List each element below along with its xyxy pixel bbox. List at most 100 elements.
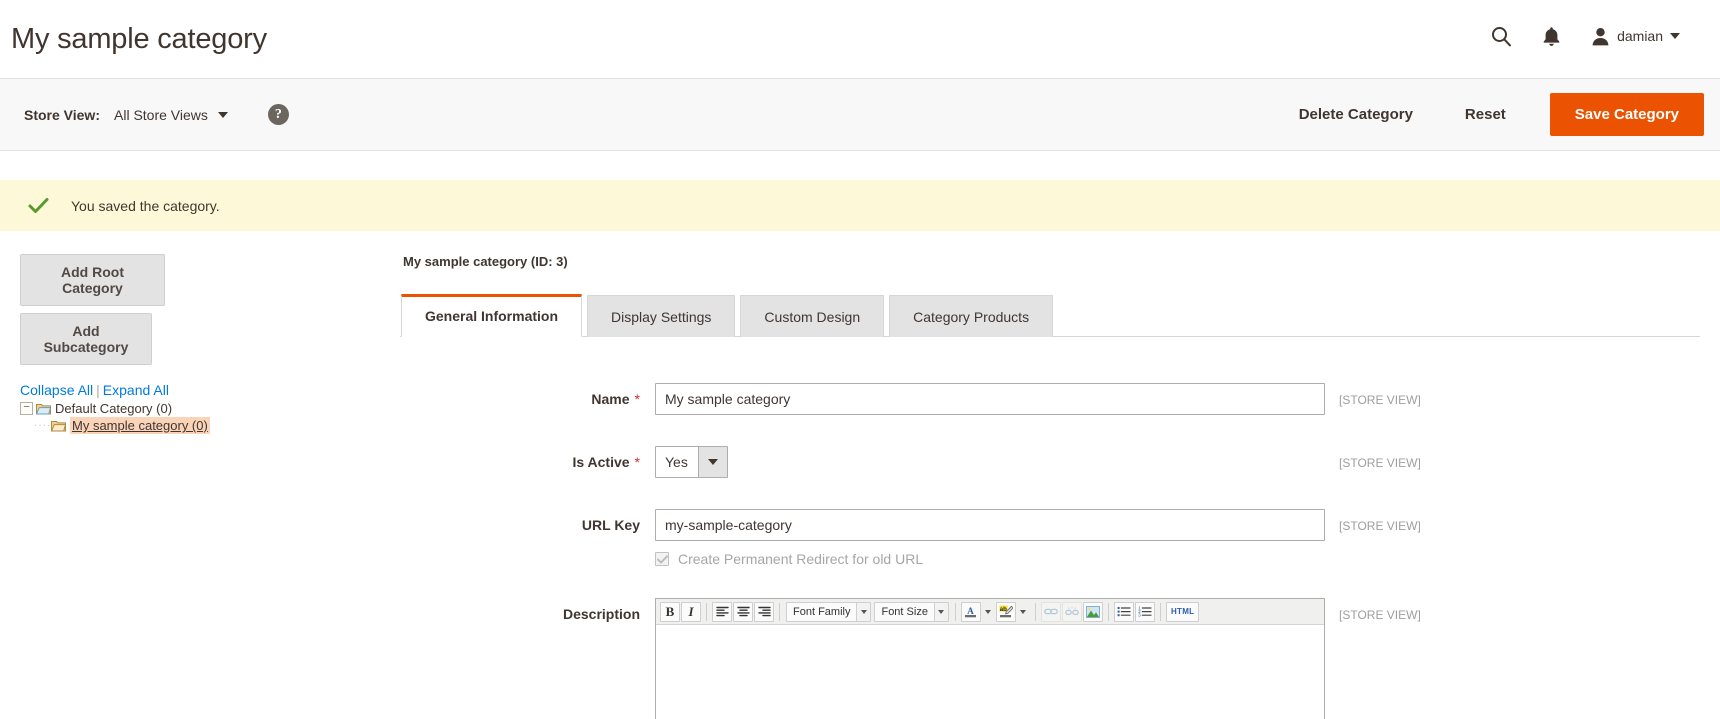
store-view-label: Store View: xyxy=(24,106,100,123)
chevron-down-icon[interactable] xyxy=(698,447,727,477)
chevron-down-icon xyxy=(933,602,948,621)
header-actions: damian xyxy=(1490,25,1696,53)
highlight-color-icon[interactable]: ab xyxy=(995,601,1016,622)
field-description: Description B I Font Family Font Size A … xyxy=(400,598,1700,719)
category-edit-content: My sample category (ID: 3) General Infor… xyxy=(400,254,1720,719)
folder-open-icon xyxy=(35,402,52,415)
expand-all-link[interactable]: Expand All xyxy=(103,382,169,398)
tab-custom-design[interactable]: Custom Design xyxy=(740,295,885,337)
category-tabs: General Information Display Settings Cus… xyxy=(400,293,1700,337)
url-key-label: URL Key xyxy=(581,517,640,533)
chevron-down-icon xyxy=(1670,33,1680,39)
highlight-color-chevron-down-icon[interactable] xyxy=(1017,602,1030,622)
toolbar-separator xyxy=(706,602,707,621)
is-active-selected-value: Yes xyxy=(656,447,698,477)
collapse-all-link[interactable]: Collapse All xyxy=(20,382,93,398)
image-icon[interactable] xyxy=(1082,601,1103,622)
font-size-select[interactable]: Font Size xyxy=(874,601,949,622)
italic-icon[interactable]: I xyxy=(681,601,701,622)
add-subcategory-button[interactable]: Add Subcategory xyxy=(20,313,152,365)
tree-node-label[interactable]: My sample category (0) xyxy=(70,417,210,434)
user-menu[interactable]: damian xyxy=(1591,27,1680,46)
reset-button[interactable]: Reset xyxy=(1439,96,1532,133)
toolbar-buttons: Delete Category Reset Save Category xyxy=(1273,93,1704,136)
tree-expand-collapse-links: Collapse All | Expand All xyxy=(20,382,400,398)
add-root-category-button[interactable]: Add Root Category xyxy=(20,254,165,306)
number-list-icon[interactable]: 123 xyxy=(1134,601,1155,622)
tree-node-default-category[interactable]: − Default Category (0) xyxy=(20,400,400,417)
toolbar-separator xyxy=(1107,602,1109,621)
font-family-value: Font Family xyxy=(793,605,851,618)
permanent-redirect-label: Create Permanent Redirect for old URL xyxy=(678,551,924,567)
name-input[interactable] xyxy=(655,383,1325,415)
svg-text:A: A xyxy=(968,606,975,616)
store-view-switcher: Store View: All Store Views ? xyxy=(24,104,289,125)
page-header: My sample category damian xyxy=(0,0,1720,78)
url-key-input[interactable] xyxy=(655,509,1325,541)
category-tree: − Default Category (0) ···· My sample ca… xyxy=(20,400,400,434)
svg-text:3: 3 xyxy=(1138,613,1141,617)
category-entity-id: My sample category (ID: 3) xyxy=(403,254,568,269)
field-name: Name* [STORE VIEW] xyxy=(400,383,1700,415)
name-control xyxy=(655,383,1325,415)
toolbar-separator xyxy=(1034,602,1036,621)
collapse-toggle-icon[interactable]: − xyxy=(20,402,33,415)
field-url-key: URL Key Create Permanent Redirect for ol… xyxy=(400,509,1700,567)
field-is-active: Is Active * Yes [STORE VIEW] xyxy=(400,446,1700,478)
page-title: My sample category xyxy=(11,22,267,55)
name-label-text: Name xyxy=(591,391,630,407)
permanent-redirect-checkbox[interactable] xyxy=(655,552,669,566)
is-active-label-text: Is Active xyxy=(572,454,630,470)
unlink-icon[interactable] xyxy=(1061,601,1082,622)
description-textarea[interactable] xyxy=(656,625,1324,719)
font-family-select[interactable]: Font Family xyxy=(786,601,872,622)
description-label: Description xyxy=(562,606,640,622)
align-center-icon[interactable] xyxy=(733,601,753,622)
align-left-icon[interactable] xyxy=(712,601,732,622)
save-category-button[interactable]: Save Category xyxy=(1549,93,1704,136)
align-right-icon[interactable] xyxy=(754,601,774,622)
url-key-control: Create Permanent Redirect for old URL xyxy=(655,509,1325,567)
permanent-redirect-row: Create Permanent Redirect for old URL xyxy=(655,551,1325,567)
url-key-scope-note: [STORE VIEW] xyxy=(1339,519,1421,533)
question-mark-icon[interactable]: ? xyxy=(267,104,289,125)
description-scope-note: [STORE VIEW] xyxy=(1339,608,1421,622)
bold-icon[interactable]: B xyxy=(660,601,680,622)
delete-category-button[interactable]: Delete Category xyxy=(1273,96,1439,133)
link-separator: | xyxy=(96,382,100,398)
toolbar-separator xyxy=(1159,602,1161,621)
success-message-text: You saved the category. xyxy=(71,197,220,214)
search-icon[interactable] xyxy=(1490,25,1512,47)
is-active-scope-note: [STORE VIEW] xyxy=(1339,456,1421,470)
toolbar-separator xyxy=(954,602,956,621)
bell-icon[interactable] xyxy=(1542,26,1561,47)
success-message: You saved the category. xyxy=(0,180,1720,231)
required-marker: * xyxy=(634,391,640,407)
html-source-icon[interactable]: HTML xyxy=(1165,601,1200,622)
tab-category-products[interactable]: Category Products xyxy=(889,295,1054,337)
name-label: Name * xyxy=(400,383,655,408)
is-active-label: Is Active * xyxy=(400,446,655,471)
tab-display-settings[interactable]: Display Settings xyxy=(587,295,736,337)
required-marker: * xyxy=(634,454,640,470)
description-control: B I Font Family Font Size A ab 1 2 3 HTM… xyxy=(655,598,1325,719)
bullet-list-icon[interactable] xyxy=(1113,601,1134,622)
link-icon[interactable] xyxy=(1040,601,1061,622)
is-active-control: Yes xyxy=(655,446,1325,478)
text-color-chevron-down-icon[interactable] xyxy=(982,602,995,622)
check-icon xyxy=(28,197,49,214)
tree-node-my-sample-category[interactable]: ···· My sample category (0) xyxy=(20,417,400,434)
text-color-icon[interactable]: A xyxy=(960,601,981,622)
store-view-select[interactable]: All Store Views xyxy=(114,107,228,123)
toolbar-separator xyxy=(779,602,780,621)
tree-node-label[interactable]: Default Category (0) xyxy=(55,401,172,416)
folder-icon xyxy=(50,419,67,432)
is-active-select[interactable]: Yes xyxy=(655,446,728,478)
page-main: Add Root Category Add Subcategory Collap… xyxy=(0,231,1720,719)
tree-indent-guide: ···· xyxy=(34,420,50,431)
messages-area: You saved the category. xyxy=(0,151,1720,231)
name-scope-note: [STORE VIEW] xyxy=(1339,393,1421,407)
tab-general-information[interactable]: General Information xyxy=(401,294,583,337)
general-information-fieldset: Name* [STORE VIEW] Is Active* Yes xyxy=(400,337,1700,719)
category-tree-sidebar: Add Root Category Add Subcategory Collap… xyxy=(0,254,400,719)
